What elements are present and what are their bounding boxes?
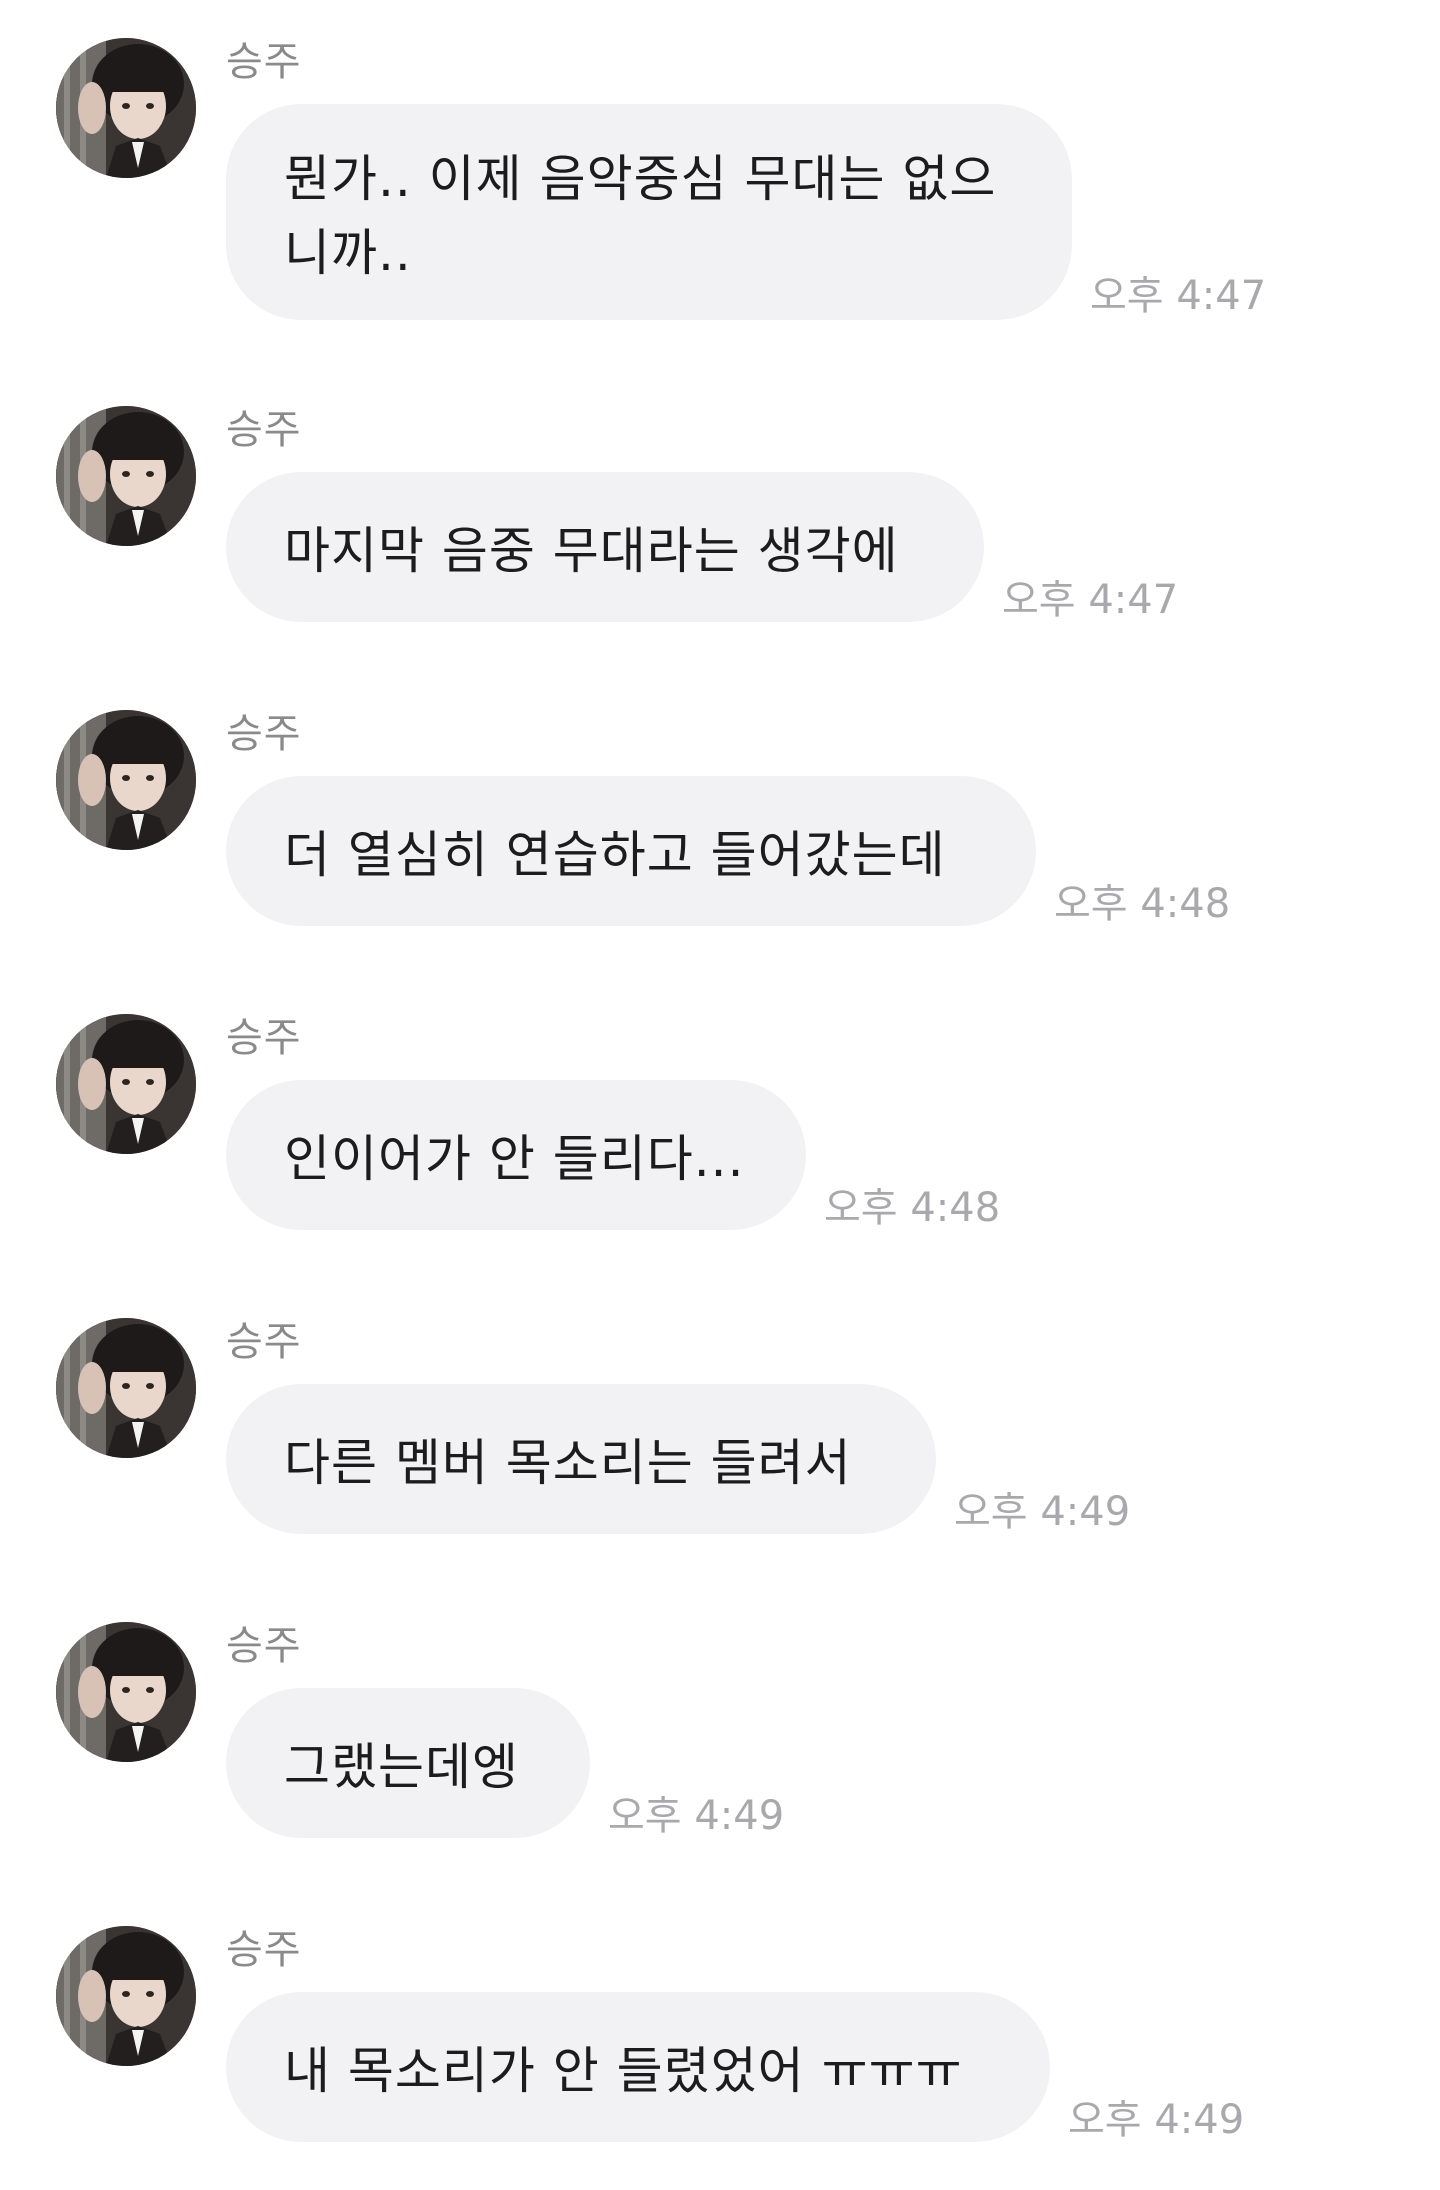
sender-name: 승주 bbox=[226, 1927, 302, 1973]
message-row: 승주 그랬는데엥 오후 4:49 bbox=[0, 1622, 1440, 1852]
sender-name: 승주 bbox=[226, 39, 302, 85]
profile-photo-icon bbox=[56, 1926, 196, 2066]
message-timestamp: 오후 4:49 bbox=[608, 1793, 785, 1839]
sender-avatar[interactable] bbox=[56, 38, 196, 178]
sender-avatar[interactable] bbox=[56, 406, 196, 546]
message-row: 승주 인이어가 안 들리다... 오후 4:48 bbox=[0, 1014, 1440, 1244]
message-row: 승주 더 열심히 연습하고 들어갔는데 오후 4:48 bbox=[0, 710, 1440, 940]
message-bubble[interactable]: 다른 멤버 목소리는 들려서 bbox=[226, 1384, 936, 1534]
message-bubble[interactable]: 더 열심히 연습하고 들어갔는데 bbox=[226, 776, 1036, 926]
profile-photo-icon bbox=[56, 1014, 196, 1154]
sender-name: 승주 bbox=[226, 711, 302, 757]
sender-avatar[interactable] bbox=[56, 1318, 196, 1458]
sender-name: 승주 bbox=[226, 407, 302, 453]
profile-photo-icon bbox=[56, 406, 196, 546]
profile-photo-icon bbox=[56, 1318, 196, 1458]
sender-avatar[interactable] bbox=[56, 1014, 196, 1154]
message-timestamp: 오후 4:48 bbox=[824, 1185, 1001, 1231]
message-timestamp: 오후 4:47 bbox=[1002, 577, 1179, 623]
sender-avatar[interactable] bbox=[56, 1622, 196, 1762]
message-bubble[interactable]: 마지막 음중 무대라는 생각에 bbox=[226, 472, 984, 622]
message-bubble[interactable]: 인이어가 안 들리다... bbox=[226, 1080, 806, 1230]
message-row: 승주 다른 멤버 목소리는 들려서 오후 4:49 bbox=[0, 1318, 1440, 1548]
message-timestamp: 오후 4:47 bbox=[1090, 273, 1267, 319]
message-bubble[interactable]: 그랬는데엥 bbox=[226, 1688, 590, 1838]
message-bubble[interactable]: 내 목소리가 안 들렸었어 ㅠㅠㅠ bbox=[226, 1992, 1050, 2142]
profile-photo-icon bbox=[56, 710, 196, 850]
message-timestamp: 오후 4:49 bbox=[954, 1489, 1131, 1535]
sender-avatar[interactable] bbox=[56, 710, 196, 850]
message-row: 승주 내 목소리가 안 들렸었어 ㅠㅠㅠ 오후 4:49 bbox=[0, 1926, 1440, 2156]
chat-thread: 승주 뭔가.. 이제 음악중심 무대는 없으니까.. 오후 4:47 승주 마지… bbox=[0, 0, 1440, 2190]
message-row: 승주 뭔가.. 이제 음악중심 무대는 없으니까.. 오후 4:47 bbox=[0, 38, 1440, 328]
profile-photo-icon bbox=[56, 1622, 196, 1762]
message-timestamp: 오후 4:48 bbox=[1054, 881, 1231, 927]
profile-photo-icon bbox=[56, 38, 196, 178]
sender-name: 승주 bbox=[226, 1015, 302, 1061]
message-timestamp: 오후 4:49 bbox=[1068, 2097, 1245, 2143]
sender-avatar[interactable] bbox=[56, 1926, 196, 2066]
sender-name: 승주 bbox=[226, 1319, 302, 1365]
message-bubble[interactable]: 뭔가.. 이제 음악중심 무대는 없으니까.. bbox=[226, 104, 1072, 320]
message-row: 승주 마지막 음중 무대라는 생각에 오후 4:47 bbox=[0, 406, 1440, 636]
sender-name: 승주 bbox=[226, 1623, 302, 1669]
